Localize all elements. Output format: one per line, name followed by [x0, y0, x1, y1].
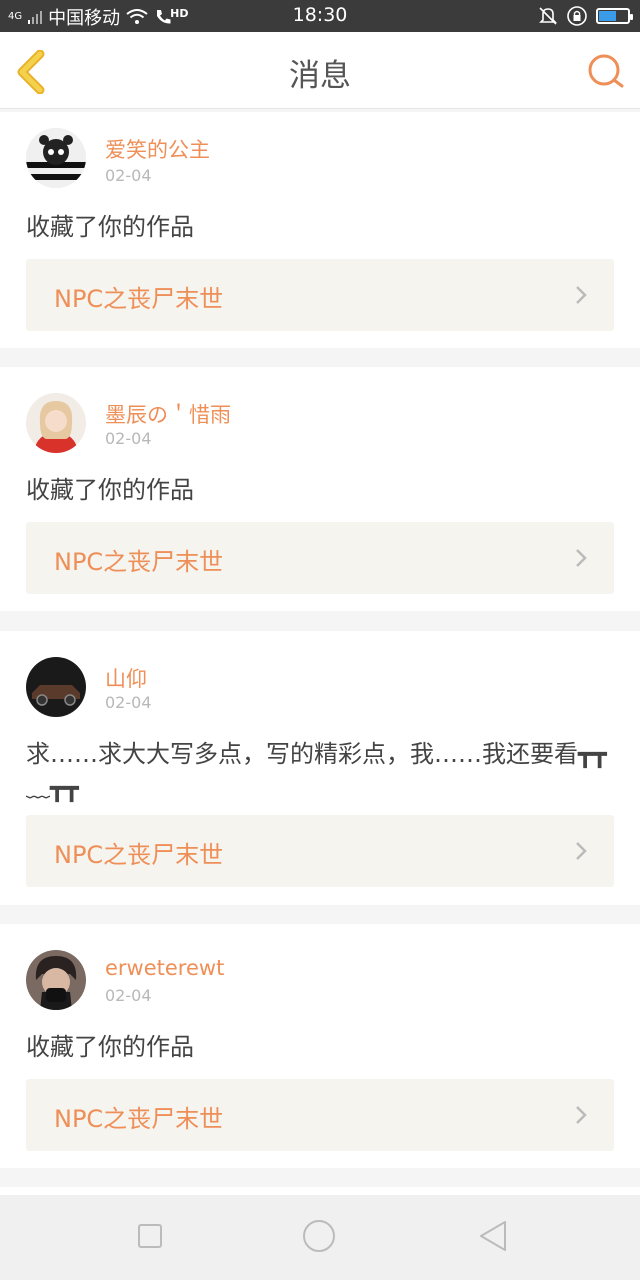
message-date: 02-04	[105, 693, 152, 712]
chevron-right-icon	[576, 549, 587, 567]
message-date: 02-04	[105, 986, 152, 1005]
square-icon[interactable]	[138, 1224, 162, 1248]
avatar-image	[26, 950, 86, 1010]
rotation-lock-icon	[567, 6, 587, 26]
chevron-right-icon	[576, 1106, 587, 1124]
message-text: 收藏了你的作品	[26, 213, 194, 241]
circle-icon[interactable]	[303, 1220, 335, 1252]
avatar-image	[26, 393, 86, 453]
page-title: 消息	[289, 58, 351, 94]
message-card: 山仰 02-04 求……求大大写多点，写的精彩点，我……我还要看┳┳﹏┳┳ NP…	[0, 631, 640, 905]
triangle-back-icon[interactable]	[478, 1219, 508, 1253]
message-date: 02-04	[105, 166, 152, 185]
mute-bell-icon	[539, 7, 557, 25]
avatar[interactable]	[26, 657, 86, 717]
message-date: 02-04	[105, 429, 152, 448]
chevron-right-icon	[576, 842, 587, 860]
work-link[interactable]: NPC之丧尸末世	[26, 259, 614, 331]
header-bar: 消息	[0, 32, 640, 109]
message-card-partial	[0, 1187, 640, 1195]
work-title: NPC之丧尸末世	[54, 285, 224, 313]
work-link[interactable]: NPC之丧尸末世	[26, 522, 614, 594]
message-card: 墨辰の＇惜雨 02-04 收藏了你的作品 NPC之丧尸末世	[0, 367, 640, 611]
message-text: 收藏了你的作品	[26, 1033, 194, 1061]
work-title: NPC之丧尸末世	[54, 1105, 224, 1133]
work-link[interactable]: NPC之丧尸末世	[26, 1079, 614, 1151]
username[interactable]: 爱笑的公主	[105, 134, 210, 164]
message-text: 收藏了你的作品	[26, 476, 194, 504]
avatar[interactable]	[26, 128, 86, 188]
system-nav-bar	[0, 1195, 640, 1280]
work-title: NPC之丧尸末世	[54, 841, 224, 869]
message-card: 爱笑的公主 02-04 收藏了你的作品 NPC之丧尸末世	[0, 112, 640, 348]
work-title: NPC之丧尸末世	[54, 548, 224, 576]
username[interactable]: 山仰	[105, 663, 147, 693]
avatar-image	[26, 128, 86, 188]
username[interactable]: 墨辰の＇惜雨	[105, 399, 231, 429]
avatar[interactable]	[26, 950, 86, 1010]
battery-icon	[596, 8, 633, 24]
search-icon	[588, 54, 624, 88]
search-button[interactable]	[586, 52, 626, 92]
work-link[interactable]: NPC之丧尸末世	[26, 815, 614, 887]
battery-level	[599, 11, 616, 21]
avatar[interactable]	[26, 393, 86, 453]
username[interactable]: erweterewt	[105, 956, 224, 980]
avatar-image	[26, 657, 86, 717]
message-card: erweterewt 02-04 收藏了你的作品 NPC之丧尸末世	[0, 924, 640, 1168]
status-bar: 4G 中国移动 HD 18:30	[0, 0, 640, 32]
status-right	[538, 5, 633, 27]
message-text: 求……求大大写多点，写的精彩点，我……我还要看┳┳﹏┳┳	[26, 740, 607, 802]
chevron-right-icon	[576, 286, 587, 304]
